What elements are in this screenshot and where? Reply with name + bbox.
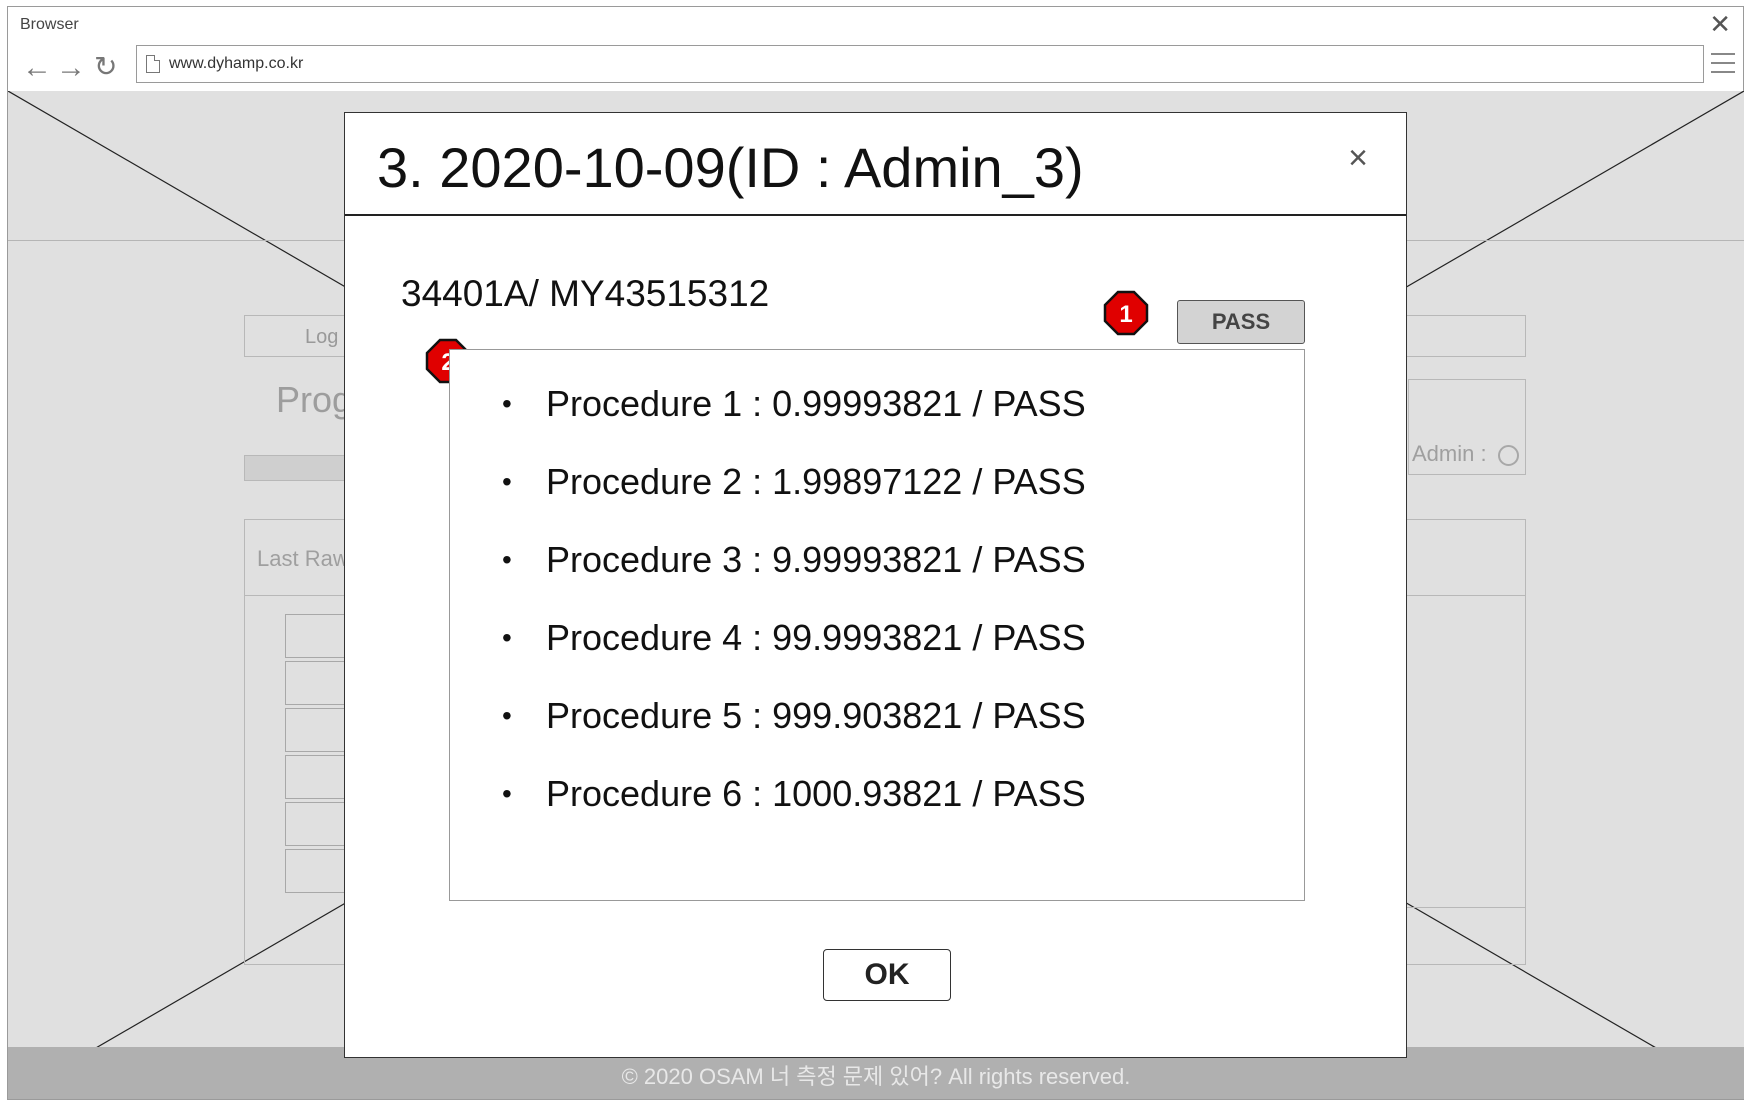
browser-title: Browser — [20, 16, 79, 33]
procedure-item: • Procedure 3 : 9.99993821 / PASS — [502, 538, 1086, 582]
annotation-marker-1-label: 1 — [1119, 301, 1132, 328]
procedure-item: • Procedure 5 : 999.903821 / PASS — [502, 694, 1086, 738]
procedure-text: Procedure 3 : 9.99993821 / PASS — [546, 539, 1086, 580]
back-arrow-icon[interactable]: ← — [22, 53, 52, 83]
procedure-item: • Procedure 2 : 1.99897122 / PASS — [502, 460, 1086, 504]
procedure-item: • Procedure 6 : 1000.93821 / PASS — [502, 772, 1086, 816]
procedure-results-box: • Procedure 1 : 0.99993821 / PASS • Proced… — [449, 349, 1305, 901]
bullet-icon: • — [502, 544, 512, 575]
procedure-item: • Procedure 4 : 99.9993821 / PASS — [502, 616, 1086, 660]
hamburger-menu-icon[interactable] — [1711, 53, 1735, 73]
dialog-header: 3. 2020-10-09(ID : Admin_3) × — [345, 113, 1406, 216]
document-icon — [146, 55, 160, 73]
procedure-text: Procedure 5 : 999.903821 / PASS — [546, 695, 1086, 736]
address-bar[interactable]: www.dyhamp.co.kr — [136, 45, 1704, 83]
result-dialog: 3. 2020-10-09(ID : Admin_3) × 34401A/ MY… — [344, 112, 1407, 1058]
background-admin-radio — [1498, 445, 1519, 466]
annotation-marker-1-icon: 1 — [1103, 290, 1149, 336]
background-row — [285, 661, 345, 705]
background-raw-label: Last Raw — [257, 546, 349, 571]
procedure-item: • Procedure 1 : 0.99993821 / PASS — [502, 382, 1086, 426]
ok-button[interactable]: OK — [823, 949, 951, 1001]
dialog-close-icon[interactable]: × — [1348, 141, 1368, 175]
url-text[interactable]: www.dyhamp.co.kr — [169, 55, 303, 73]
procedure-text: Procedure 6 : 1000.93821 / PASS — [546, 773, 1086, 814]
background-row — [285, 849, 345, 893]
reload-icon[interactable]: ↻ — [94, 53, 117, 81]
background-row — [285, 802, 345, 846]
bullet-icon: • — [502, 700, 512, 731]
background-progress-title: Prog — [276, 379, 353, 420]
procedure-text: Procedure 4 : 99.9993821 / PASS — [546, 617, 1086, 658]
dialog-title: 3. 2020-10-09(ID : Admin_3) — [377, 136, 1084, 199]
procedure-text: Procedure 2 : 1.99897122 / PASS — [546, 461, 1086, 502]
footer-copyright: © 2020 OSAM 너 측정 문제 있어? All rights reser… — [621, 1064, 1131, 1089]
bullet-icon: • — [502, 778, 512, 809]
forward-arrow-icon[interactable]: → — [56, 53, 86, 83]
bullet-icon: • — [502, 388, 512, 419]
background-log-label: Log — [305, 326, 339, 348]
bullet-icon: • — [502, 466, 512, 497]
background-admin-label: Admin : — [1412, 441, 1487, 466]
procedure-text: Procedure 1 : 0.99993821 / PASS — [546, 383, 1086, 424]
background-row — [285, 614, 345, 658]
bullet-icon: • — [502, 622, 512, 653]
background-row — [285, 755, 345, 799]
background-box-divider — [1407, 907, 1525, 908]
device-serial: 34401A/ MY43515312 — [401, 273, 770, 314]
background-row — [285, 708, 345, 752]
close-icon[interactable]: ✕ — [1709, 11, 1731, 37]
pass-button[interactable]: PASS — [1177, 300, 1305, 344]
